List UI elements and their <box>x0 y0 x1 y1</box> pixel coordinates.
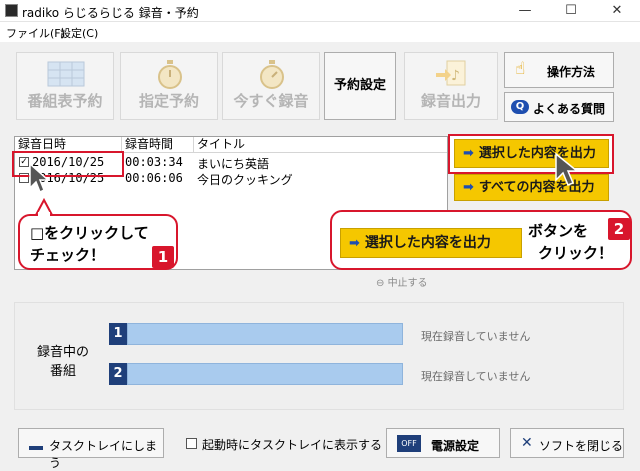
callout-1-line2: チェック！ <box>30 246 106 264</box>
close-software-label: ソフトを閉じる <box>539 439 624 453</box>
window-title: radiko らじるらじる 録音・予約 <box>22 6 199 20</box>
record-output-button[interactable]: ♪ 録音出力 <box>404 52 498 120</box>
arrow-right-icon: ➡ <box>349 236 360 251</box>
power-settings-label: 電源設定 <box>431 439 480 453</box>
cursor-arrow-icon <box>29 162 50 194</box>
slot-status-1: 現在録音していません <box>421 330 531 343</box>
record-output-label: 録音出力 <box>420 92 481 110</box>
recording-label-line1: 録音中の <box>36 345 89 360</box>
slot-number-2: 2 <box>109 363 127 385</box>
output-selected-button[interactable]: ➡ 選択した内容を出力 <box>454 139 609 168</box>
stop-icon: ⊖ <box>376 278 388 289</box>
power-settings-button[interactable]: OFF 電源設定 <box>386 428 500 458</box>
callout-step-2: ➡ 選択した内容を出力 ボタンを クリック！ 2 <box>330 210 632 270</box>
callout-pointer-mask <box>38 212 50 216</box>
specified-reserve-label: 指定予約 <box>138 92 199 110</box>
row-duration: 00:03:34 <box>125 155 183 169</box>
slot-status-2: 現在録音していません <box>421 370 531 383</box>
arrow-right-icon: ➡ <box>463 146 474 161</box>
maximize-button[interactable]: ☐ <box>548 0 594 22</box>
close-x-icon: ✕ <box>521 435 533 451</box>
minimize-bar-icon <box>29 446 43 450</box>
stopwatch-icon <box>260 60 284 89</box>
how-to-label: 操作方法 <box>547 65 596 79</box>
pointer-hand-icon: ☝ <box>515 59 526 79</box>
cursor-arrow-icon <box>555 152 580 186</box>
how-to-button[interactable]: ☝ 操作方法 <box>504 52 614 88</box>
row-duration: 00:06:06 <box>125 171 183 185</box>
record-now-button[interactable]: 今すぐ録音 <box>222 52 320 120</box>
faq-chat-icon: Q <box>511 100 529 114</box>
recording-panel: 録音中の 番組 1 現在録音していません 2 現在録音していません <box>14 302 624 410</box>
tray-on-start-label[interactable]: 起動時にタスクトレイに表示する <box>202 436 382 453</box>
slot-progress-1 <box>127 323 403 345</box>
callout-2-button-label: 選択した内容を出力 <box>364 235 491 251</box>
column-header-title[interactable]: タイトル <box>194 137 447 153</box>
reserve-settings-button[interactable]: 予約設定 <box>324 52 396 120</box>
menu-settings[interactable]: 設定(C) <box>60 25 98 41</box>
faq-label: よくある質問 <box>533 102 606 116</box>
stop-label: 中止する <box>387 278 428 289</box>
arrow-right-icon: ➡ <box>463 180 474 195</box>
callout-output-button-sample: ➡ 選択した内容を出力 <box>340 228 522 258</box>
faq-button[interactable]: Q よくある質問 <box>504 92 614 122</box>
stop-button[interactable]: ⊖ 中止する <box>376 274 428 289</box>
output-all-button[interactable]: ➡ すべての内容を出力 <box>454 174 609 201</box>
record-now-label: 今すぐ録音 <box>233 92 309 110</box>
callout-1-line1: □をクリックして <box>30 224 149 242</box>
program-reserve-label: 番組表予約 <box>27 92 103 110</box>
slot-progress-2 <box>127 363 403 385</box>
menu-bar: ファイル(F) 設定(C) <box>0 22 640 42</box>
svg-text:♪: ♪ <box>451 68 460 84</box>
close-window-button[interactable]: ✕ <box>594 0 640 22</box>
to-tray-button[interactable]: タスクトレイにしまう <box>18 428 164 470</box>
minimize-button[interactable]: — <box>502 0 548 22</box>
recording-label: 録音中の 番組 <box>33 341 93 379</box>
step-badge-2: 2 <box>608 218 630 240</box>
title-bar: radiko らじるらじる 録音・予約 — ☐ ✕ <box>0 0 640 22</box>
tray-on-start-checkbox[interactable] <box>186 438 197 449</box>
menu-file[interactable]: ファイル(F) <box>6 25 65 41</box>
column-header-duration[interactable]: 録音時間 <box>122 137 194 153</box>
stopwatch-icon <box>158 60 182 89</box>
specified-reserve-button[interactable]: 指定予約 <box>120 52 218 120</box>
program-reserve-button[interactable]: 番組表予約 <box>16 52 114 120</box>
recording-label-line2: 番組 <box>49 364 76 379</box>
callout-step-1: □をクリックして チェック！ 1 <box>18 214 178 270</box>
step-badge-1: 1 <box>152 246 174 268</box>
app-icon <box>5 4 18 17</box>
music-file-export-icon: ♪ <box>436 60 466 86</box>
callout-2-line1: ボタンを <box>528 222 589 240</box>
slot-number-1: 1 <box>109 323 127 345</box>
schedule-grid-icon <box>47 61 85 87</box>
callout-2-line2: クリック！ <box>538 244 614 262</box>
to-tray-label: タスクトレイにしまう <box>49 439 158 470</box>
row-title: 今日のクッキング <box>197 173 293 187</box>
power-off-icon: OFF <box>397 435 421 452</box>
close-software-button[interactable]: ✕ ソフトを閉じる <box>510 428 624 458</box>
